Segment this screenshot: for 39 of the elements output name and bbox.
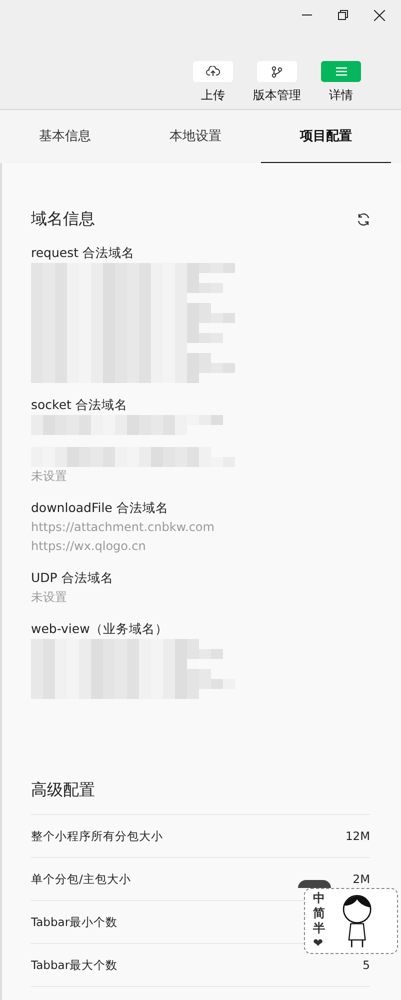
ime-char[interactable]: ❤: [313, 936, 325, 951]
toolbar-label: 版本管理: [253, 87, 301, 104]
ime-char[interactable]: 中: [313, 891, 325, 906]
ime-char[interactable]: 半: [313, 921, 325, 936]
setting-value: 2M: [352, 872, 370, 886]
section-title: 高级配置: [31, 780, 96, 801]
toolbar-label: 详情: [329, 87, 353, 104]
minimize-icon[interactable]: [302, 14, 312, 16]
setting-value: 12M: [345, 829, 370, 843]
domain-value: https://attachment.cnbkw.com: [31, 519, 216, 536]
domain-label: socket 合法域名: [31, 396, 128, 414]
domain-label: downloadFile 合法域名: [31, 499, 170, 517]
refresh-icon[interactable]: [357, 212, 370, 226]
menu-icon: [336, 67, 346, 76]
domain-value: 未设置: [31, 468, 68, 485]
domain-value: 未设置: [31, 589, 68, 606]
tab[interactable]: 项目配置: [260, 110, 391, 163]
restore-icon[interactable]: [338, 10, 348, 20]
setting-label: Tabbar最小个数: [31, 914, 118, 930]
toolbar-button[interactable]: [193, 61, 233, 82]
tab[interactable]: 本地设置: [130, 110, 261, 163]
domain-label: web-view（业务域名）: [31, 620, 169, 638]
section-title: 域名信息: [31, 208, 95, 230]
setting-label: 整个小程序所有分包大小: [31, 828, 163, 844]
ime-char[interactable]: 简: [313, 906, 325, 921]
toolbar-label: 上传: [201, 87, 225, 104]
setting-label: Tabbar最大个数: [31, 958, 118, 972]
domain-value: https://wx.qlogo.cn: [31, 538, 147, 555]
setting-label: 单个分包/主包大小: [31, 872, 131, 886]
ime-widget[interactable]: 中 简 半 ❤: [304, 888, 398, 954]
domain-label: request 合法域名: [31, 244, 136, 262]
setting-value: 5: [362, 958, 370, 972]
toolbar-button[interactable]: [257, 61, 297, 82]
branch-icon: [271, 66, 283, 78]
domain-label: UDP 合法域名: [31, 569, 114, 587]
tab[interactable]: 基本信息: [0, 110, 130, 163]
close-icon[interactable]: [374, 10, 385, 20]
cloud-upload-icon: [206, 66, 220, 77]
widget-tab[interactable]: [298, 880, 331, 888]
